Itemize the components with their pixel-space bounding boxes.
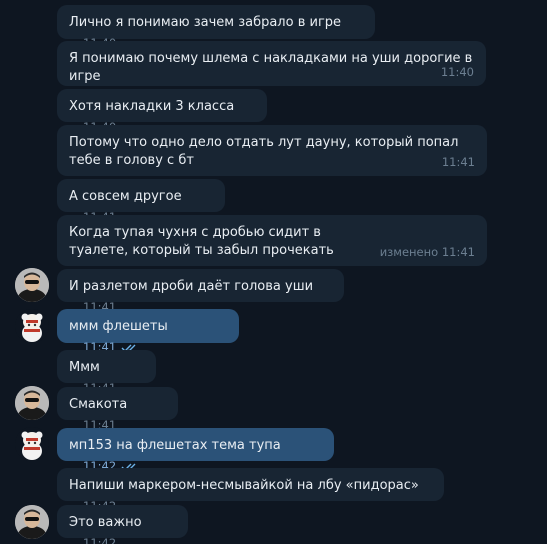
sunglasses-person-icon: [15, 386, 49, 420]
message-text: Ммм: [69, 360, 100, 375]
message-text: Когда тупая чухня с дробью сидит в туале…: [69, 225, 334, 258]
user-avatar[interactable]: [15, 268, 49, 302]
message-bubble[interactable]: Потому что одно дело отдать лут дауну, к…: [57, 125, 487, 176]
message-bubble[interactable]: Смакота 11:41: [57, 387, 178, 432]
message-bubble[interactable]: Это важно 11:42: [57, 505, 188, 544]
message-time: изменено 11:41: [379, 245, 475, 259]
message-bubble[interactable]: Ммм 11:41: [57, 350, 156, 395]
sunglasses-person-icon: [15, 505, 49, 539]
message-bubble[interactable]: Напиши маркером-несмывайкой на лбу «пидо…: [57, 468, 444, 513]
message-text: И разлетом дроби даёт голова уши: [69, 279, 314, 294]
message-bubble[interactable]: И разлетом дроби даёт голова уши 11:41: [57, 269, 344, 314]
message-text: Хотя накладки 3 класса: [69, 99, 235, 114]
message-text: Смакота: [69, 397, 128, 412]
message-time: 11:40: [440, 65, 474, 79]
message-bubble-outgoing[interactable]: мп153 на флешетах тема тупа 11:42: [57, 428, 334, 473]
message-bubble-outgoing[interactable]: ммм флешеты 11:41: [57, 309, 239, 354]
sunglasses-person-icon: [15, 268, 49, 302]
message-text: А совсем другое: [69, 189, 182, 204]
message-time: 11:42: [83, 536, 117, 544]
message-bubble[interactable]: Лично я понимаю зачем забрало в игре 11:…: [57, 5, 375, 50]
user-avatar[interactable]: [15, 505, 49, 539]
message-bubble[interactable]: А совсем другое 11:41: [57, 179, 225, 224]
message-text: Потому что одно дело отдать лут дауну, к…: [69, 135, 459, 168]
my-avatar[interactable]: [15, 309, 49, 343]
my-avatar[interactable]: [15, 427, 49, 461]
message-text: Это важно: [69, 515, 142, 530]
message-time: 11:41: [441, 155, 475, 169]
message-bubble[interactable]: Я понимаю почему шлема с накладками на у…: [57, 41, 486, 86]
message-text: Напиши маркером-несмывайкой на лбу «пидо…: [69, 478, 419, 493]
cartoon-character-icon: [15, 427, 49, 461]
message-text: Я понимаю почему шлема с накладками на у…: [69, 51, 473, 84]
chat-history[interactable]: Лично я понимаю зачем забрало в игре 11:…: [0, 0, 547, 544]
cartoon-character-icon: [15, 309, 49, 343]
message-text: ммм флешеты: [69, 319, 168, 334]
message-bubble[interactable]: Когда тупая чухня с дробью сидит в туале…: [57, 215, 487, 266]
message-bubble[interactable]: Хотя накладки 3 класса 11:40: [57, 89, 267, 134]
message-text: Лично я понимаю зачем забрало в игре: [69, 15, 342, 30]
message-text: мп153 на флешетах тема тупа: [69, 438, 281, 453]
user-avatar[interactable]: [15, 386, 49, 420]
